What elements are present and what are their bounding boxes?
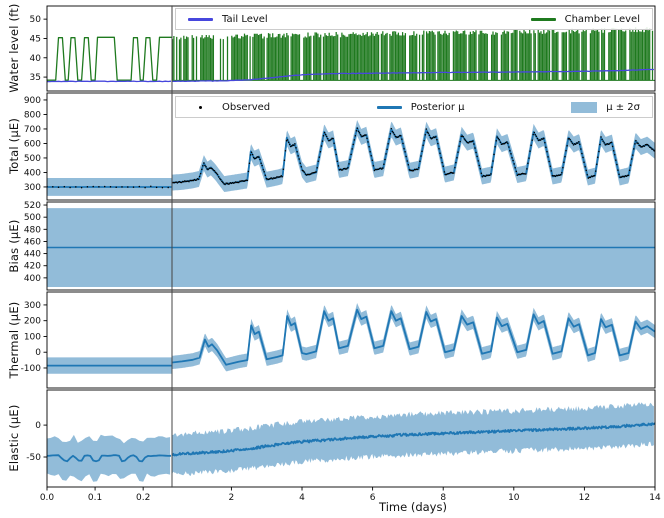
legend-item-chamber-level: Chamber Level [530,13,640,25]
svg-text:200: 200 [24,317,41,327]
svg-text:45: 45 [30,34,41,44]
ylabel-thermal: Thermal (μE) [7,301,21,379]
svg-text:14: 14 [649,493,661,503]
panel-bias [47,208,655,287]
panel-water [47,27,655,83]
svg-text:10: 10 [508,493,520,503]
svg-text:520: 520 [24,201,41,211]
legend-label-chamber-level: Chamber Level [564,13,640,25]
svg-text:6: 6 [370,493,376,503]
svg-text:440: 440 [24,250,41,260]
svg-text:500: 500 [24,213,41,223]
ylabel-elastic: Elastic (μE) [7,404,21,472]
xlabel-time-days: Time (days) [379,500,447,514]
svg-text:35: 35 [30,73,41,83]
tail-level-line-swatch [188,17,213,21]
svg-text:400: 400 [24,274,41,284]
svg-text:-50: -50 [26,453,41,463]
svg-text:900: 900 [24,96,41,106]
svg-text:300: 300 [24,183,41,193]
svg-text:50: 50 [30,15,42,25]
svg-text:0.0: 0.0 [40,493,55,503]
svg-text:0.1: 0.1 [88,493,102,503]
svg-text:400: 400 [24,168,41,178]
svg-text:-100: -100 [21,364,42,374]
posterior-legend: Observed Posterior μ μ ± 2σ [175,96,653,118]
legend-item-mu-2sigma: μ ± 2σ [571,101,640,113]
legend-item-posterior-mu: Posterior μ [376,101,465,113]
svg-text:700: 700 [24,125,41,135]
plot-canvas: 3540455030040050060070080090040042044046… [21,5,661,503]
svg-text:40: 40 [30,54,42,64]
observed-dot-swatch [199,105,202,109]
svg-text:100: 100 [24,332,41,342]
panel-thermal [47,303,655,374]
svg-text:460: 460 [24,237,41,247]
svg-text:500: 500 [24,154,41,164]
svg-text:600: 600 [24,139,41,149]
legend-item-tail-level: Tail Level [188,14,268,25]
water-level-legend: Tail Level Chamber Level [175,8,653,30]
strain-decomposition-figure: 35 40 45 50 300 400 500 600 700 800 900 400 420 440 46… [0,0,664,518]
ylabel-total: Total (μE) [7,117,21,175]
svg-text:2: 2 [229,493,235,503]
legend-label-posterior-mu: Posterior μ [410,101,465,113]
svg-text:4: 4 [299,493,305,503]
svg-text:12: 12 [579,493,590,503]
svg-text:300: 300 [24,301,41,311]
legend-item-observed: Observed [188,102,270,113]
panel-elastic [47,402,655,482]
legend-label-observed: Observed [222,101,271,113]
svg-text:420: 420 [24,262,41,272]
svg-text:0: 0 [35,348,41,358]
chamber-level-line-swatch [530,17,556,21]
ylabel-bias: Bias (μE) [7,219,21,273]
svg-text:0.2: 0.2 [136,493,150,503]
svg-text:800: 800 [24,110,41,120]
mu-2sigma-patch-swatch [571,101,598,113]
svg-text:0: 0 [35,421,41,431]
ylabel-water-level: Water level (ft) [7,3,21,93]
legend-label-tail-level: Tail Level [222,13,268,25]
svg-text:480: 480 [24,225,41,235]
legend-label-mu-2sigma: μ ± 2σ [606,101,640,113]
posterior-mu-line-swatch [376,105,402,109]
panel-total [47,120,655,196]
